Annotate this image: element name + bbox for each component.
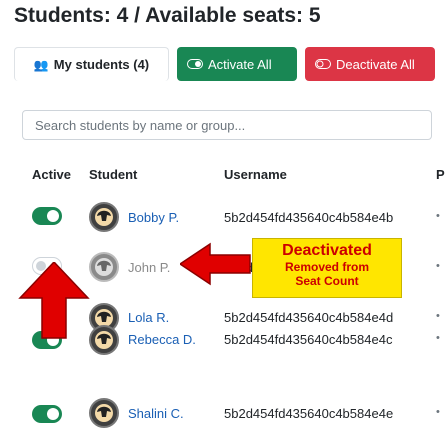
more-indicator: • — [436, 332, 440, 344]
student-name[interactable]: Shalini C. — [128, 406, 184, 421]
student-name[interactable]: John P. — [128, 260, 170, 275]
username: 5b2d454fd435640c4b584e4b — [224, 210, 394, 225]
search-input[interactable]: Search students by name or group... — [22, 110, 432, 140]
deactivate-all-label: Deactivate All — [336, 56, 415, 72]
toolbar: 👥 My students (4) Activate All Deactivat… — [14, 47, 435, 81]
column-header-more: P — [436, 167, 445, 182]
search-placeholder: Search students by name or group... — [35, 117, 246, 133]
student-name[interactable]: Rebecca D. — [128, 332, 196, 347]
username: 5b2d454fd435640c4b584e4c — [224, 332, 393, 347]
more-indicator: • — [436, 210, 440, 222]
callout-line-2: Seat Count — [295, 274, 359, 288]
left-arrow-icon — [180, 242, 251, 286]
deactivate-all-button[interactable]: Deactivate All — [305, 47, 435, 81]
column-header-username: Username — [224, 167, 287, 182]
my-students-label: My students (4) — [53, 57, 150, 72]
column-header-student: Student — [89, 167, 138, 182]
column-header-active: Active — [32, 167, 72, 182]
student-name[interactable]: Bobby P. — [128, 210, 179, 225]
avatar — [89, 398, 119, 428]
student-name[interactable]: Lola R. — [128, 310, 169, 325]
table-header: Active Student Username P — [0, 165, 446, 185]
active-toggle[interactable] — [32, 405, 62, 423]
toggle-on-icon — [187, 57, 203, 72]
more-indicator: • — [436, 260, 440, 272]
my-students-tab[interactable]: 👥 My students (4) — [14, 47, 169, 81]
avatar — [89, 202, 119, 232]
username: 5b2d454fd435640c4b584e4e — [224, 406, 394, 421]
avatar — [89, 325, 119, 355]
page-title: Students: 4 / Available seats: 5 — [14, 4, 321, 27]
avatar — [89, 252, 119, 282]
active-toggle[interactable] — [32, 207, 62, 225]
more-indicator: • — [436, 406, 440, 418]
more-indicator: • — [436, 310, 440, 322]
deactivated-callout: Deactivated Removed from Seat Count — [252, 238, 402, 298]
activate-all-label: Activate All — [208, 56, 272, 72]
activate-all-button[interactable]: Activate All — [177, 47, 297, 81]
users-icon: 👥 — [33, 57, 49, 72]
up-arrow-icon — [18, 262, 90, 339]
username: 5b2d454fd435640c4b584e4d — [224, 310, 394, 325]
callout-line-1: Removed from — [284, 260, 370, 274]
callout-heading: Deactivated — [282, 242, 372, 259]
toggle-off-icon — [315, 57, 331, 72]
